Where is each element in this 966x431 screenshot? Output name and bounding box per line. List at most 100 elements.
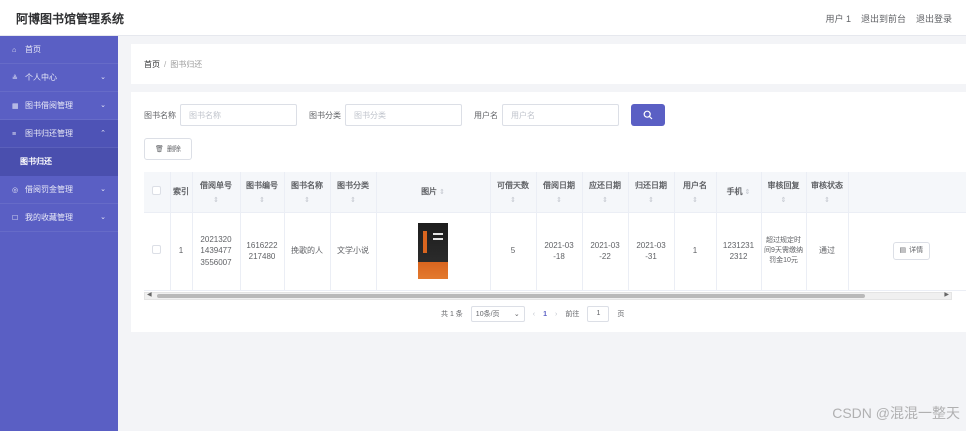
prev-page-icon[interactable]: ‹ xyxy=(533,311,535,318)
header-book-no[interactable]: 图书编号 ⇕ xyxy=(240,172,285,213)
sidebar-item-personal-center[interactable]: ≗ 个人中心 ⌄ xyxy=(0,64,118,92)
header-review-status[interactable]: 审核状态 ⇕ xyxy=(806,172,849,213)
horizontal-scrollbar[interactable]: ◀ ▶ xyxy=(144,292,952,300)
detail-icon: ▤ xyxy=(899,247,907,255)
scrollbar-thumb[interactable] xyxy=(157,294,865,298)
current-user-link[interactable]: 用户 1 xyxy=(825,12,851,25)
category-input[interactable] xyxy=(345,104,462,126)
sidebar-item-label: 首页 xyxy=(25,45,41,54)
back-to-frontend-link[interactable]: 退出到前台 xyxy=(861,12,906,25)
sort-icon[interactable]: ⇕ xyxy=(439,189,445,196)
sidebar-item-label: 我的收藏管理 xyxy=(25,213,73,222)
header-label: 审核回复 xyxy=(767,180,800,190)
page-unit: 页 xyxy=(617,311,625,318)
chevron-down-icon: ⌄ xyxy=(513,311,520,318)
sort-icon[interactable]: ⇕ xyxy=(764,196,804,204)
cell-book-name: 挽歌的人 xyxy=(284,212,331,291)
sort-icon[interactable]: ⇕ xyxy=(243,196,282,204)
scroll-left-icon[interactable]: ◀ xyxy=(147,291,152,298)
select-all-checkbox[interactable] xyxy=(152,186,162,196)
detail-button[interactable]: ▤ 详情 xyxy=(892,242,931,260)
cell-phone: 1231231 2312 xyxy=(716,212,762,291)
page-size-select[interactable]: 10条/页 ⌄ xyxy=(470,306,525,322)
goto-label: 前往 xyxy=(565,311,580,318)
page-number[interactable]: 1 xyxy=(543,311,547,318)
sidebar-item-borrow-management[interactable]: ▦ 图书借阅管理 ⌄ xyxy=(0,92,118,120)
delete-button[interactable]: 🗑 删除 xyxy=(144,138,192,160)
cell-category: 文学小说 xyxy=(330,212,377,291)
username-input[interactable] xyxy=(502,104,619,126)
header-label: 图书名称 xyxy=(291,180,323,190)
sort-icon[interactable]: ⇕ xyxy=(745,189,751,196)
header-book-name[interactable]: 图书名称 ⇕ xyxy=(284,172,331,213)
sidebar-item-return-management[interactable]: ≡ 图书归还管理 ⌃ xyxy=(0,120,118,148)
breadcrumb-card: 首页 / 图书归还 xyxy=(131,44,966,84)
row-checkbox[interactable] xyxy=(152,244,162,254)
header-borrow-date[interactable]: 借阅日期 ⇕ xyxy=(536,172,583,213)
total-count: 共 1 条 xyxy=(441,311,463,318)
cell-username: 1 xyxy=(674,212,717,291)
header-due-date[interactable]: 应还日期 ⇕ xyxy=(582,172,629,213)
chevron-down-icon: ⌄ xyxy=(100,214,106,221)
header-label: 用户名 xyxy=(683,180,707,190)
username-label: 用户名 xyxy=(474,110,498,120)
sort-icon[interactable]: ⇕ xyxy=(195,196,238,204)
header-label: 借阅日期 xyxy=(543,180,575,190)
home-icon: ⌂ xyxy=(12,47,17,54)
header-label: 应还日期 xyxy=(589,180,621,190)
book-cover-image[interactable] xyxy=(418,223,448,279)
chevron-down-icon: ⌄ xyxy=(100,74,106,81)
header-image[interactable]: 图片 ⇕ xyxy=(376,172,491,213)
sidebar-item-label: 个人中心 xyxy=(25,73,57,82)
cell-borrow-no: 2021320 1439477 3556007 xyxy=(192,212,241,291)
table-header-row: 索引 借阅单号 ⇕ 图书编号 ⇕ 图书名称 ⇕ 图书分类 ⇕ 图片 ⇕ 可借天数 ⇕ 借阅日… xyxy=(144,172,966,213)
header-username[interactable]: 用户名 ⇕ xyxy=(674,172,717,213)
page-size-value: 10条/页 xyxy=(475,311,500,318)
watermark: CSDN @混混一整天 xyxy=(832,405,960,421)
goto-page-input[interactable]: 1 xyxy=(587,306,610,322)
breadcrumb-current: 图书归还 xyxy=(170,60,203,69)
app-title: 阿博图书馆管理系统 xyxy=(16,12,125,26)
header-label: 可借天数 xyxy=(497,180,529,190)
category-label: 图书分类 xyxy=(309,110,341,120)
sidebar-item-fine-management[interactable]: ◎ 借阅罚金管理 ⌄ xyxy=(0,176,118,204)
sidebar-item-home[interactable]: ⌂ 首页 xyxy=(0,36,118,64)
cell-days: 5 xyxy=(490,212,537,291)
filter-row: 图书名称 图书分类 用户名 xyxy=(144,104,665,126)
breadcrumb-separator: / xyxy=(164,60,167,69)
logout-link[interactable]: 退出登录 xyxy=(916,12,952,25)
header-return-date[interactable]: 归还日期 ⇕ xyxy=(628,172,675,213)
sidebar-item-favorites-management[interactable]: ☐ 我的收藏管理 ⌄ xyxy=(0,204,118,232)
search-button[interactable] xyxy=(631,104,665,126)
top-links: 用户 1 退出到前台 退出登录 xyxy=(825,12,952,25)
breadcrumb-home[interactable]: 首页 xyxy=(144,60,160,69)
next-page-icon[interactable]: › xyxy=(555,311,557,318)
sort-icon[interactable]: ⇕ xyxy=(809,196,846,204)
sidebar-subitem-book-return[interactable]: 图书归还 xyxy=(0,148,118,176)
header-borrow-no[interactable]: 借阅单号 ⇕ xyxy=(192,172,241,213)
cell-return-date: 2021-03 -31 xyxy=(628,212,675,291)
sort-icon[interactable]: ⇕ xyxy=(333,196,374,204)
sort-icon[interactable]: ⇕ xyxy=(493,196,534,204)
header-phone[interactable]: 手机 ⇕ xyxy=(716,172,762,213)
sort-icon[interactable]: ⇕ xyxy=(631,196,672,204)
main-card: 图书名称 图书分类 用户名 🗑删除 索引 借阅单号 ⇕ 图书编号 ⇕ 图书名称 ⇕ xyxy=(131,92,966,332)
delete-button-label: 删除 xyxy=(166,146,181,153)
sort-icon[interactable]: ⇕ xyxy=(585,196,626,204)
book-name-input[interactable] xyxy=(180,104,297,126)
header-days[interactable]: 可借天数 ⇕ xyxy=(490,172,537,213)
sort-icon[interactable]: ⇕ xyxy=(287,196,328,204)
header-index: 索引 xyxy=(170,172,193,213)
cell-index: 1 xyxy=(170,212,193,291)
chevron-down-icon: ⌄ xyxy=(100,186,106,193)
chevron-down-icon: ⌄ xyxy=(100,102,106,109)
cell-action: ▤ 详情 xyxy=(848,212,966,291)
header-review-reply[interactable]: 审核回复 ⇕ xyxy=(761,172,807,213)
return-table: 索引 借阅单号 ⇕ 图书编号 ⇕ 图书名称 ⇕ 图书分类 ⇕ 图片 ⇕ 可借天数 ⇕ 借阅日… xyxy=(144,172,966,304)
chevron-up-icon: ⌃ xyxy=(100,130,106,137)
scroll-right-icon[interactable]: ▶ xyxy=(944,291,949,298)
sort-icon[interactable]: ⇕ xyxy=(539,196,580,204)
header-category[interactable]: 图书分类 ⇕ xyxy=(330,172,377,213)
sort-icon[interactable]: ⇕ xyxy=(677,196,714,204)
top-bar: 阿博图书馆管理系统 用户 1 退出到前台 退出登录 xyxy=(0,0,966,36)
